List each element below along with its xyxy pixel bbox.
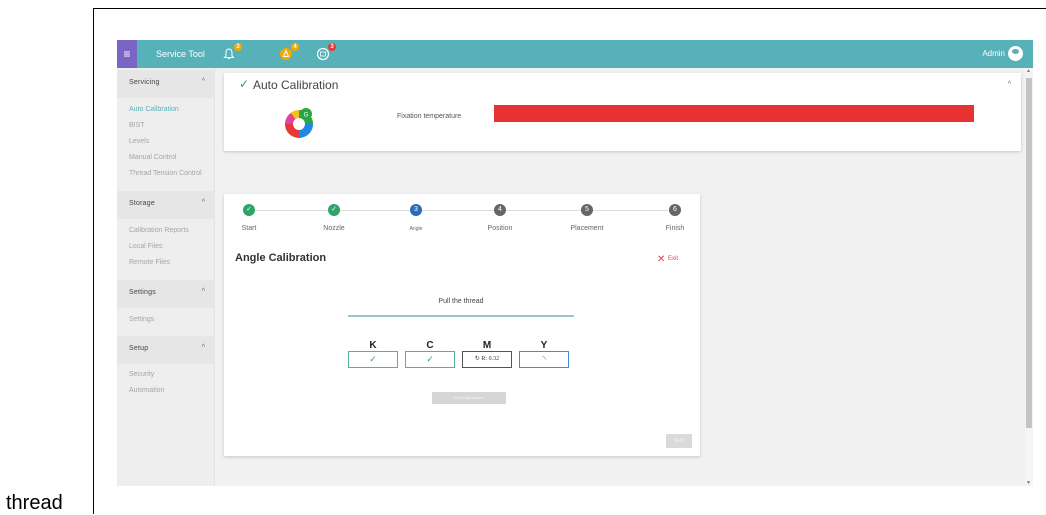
- sidebar-item-local-files[interactable]: Local Files: [129, 243, 162, 250]
- step-angle-number: 3: [410, 204, 422, 216]
- instruction-text: Pull the thread: [438, 298, 484, 305]
- step-title: Angle Calibration: [235, 252, 327, 264]
- scroll-down-icon[interactable]: ▼: [1026, 480, 1031, 486]
- channel-letter-k: K: [369, 340, 377, 351]
- admin-label[interactable]: Admin: [982, 40, 1005, 68]
- brand-logo-icon: G: [282, 104, 316, 140]
- step-position-number: 4: [494, 204, 506, 216]
- notification-badge: 3: [234, 43, 242, 51]
- chevron-up-icon[interactable]: ^: [1008, 81, 1011, 88]
- channel-y-spinner-icon: ◝: [519, 351, 569, 368]
- sidebar-item-levels[interactable]: Levels: [129, 138, 149, 145]
- sidebar-item-calibration-reports[interactable]: Calibration Reports: [129, 227, 189, 234]
- menu-icon[interactable]: ≡: [117, 40, 137, 68]
- bell-icon[interactable]: 3: [222, 43, 242, 61]
- sidebar-item-remote-files[interactable]: Remote Files: [129, 259, 170, 266]
- frame-border-top: [93, 8, 1046, 9]
- angle-calibration-card: ✓ ✓ 3 4 5 6 Start Nozzle Angle Position …: [224, 194, 700, 456]
- instruction-underline: [348, 315, 574, 317]
- step-label: Position: [487, 225, 513, 232]
- sidebar-item-security[interactable]: Security: [129, 371, 154, 378]
- sidebar-item-auto-calibration[interactable]: Auto Calibration: [129, 106, 179, 113]
- channel-letter-y: Y: [540, 340, 548, 351]
- warning-badge: 4: [291, 43, 299, 51]
- warning-drop-icon[interactable]: 4: [279, 43, 299, 61]
- sidebar-section-servicing[interactable]: Servicing ^: [117, 70, 215, 98]
- scroll-up-icon[interactable]: ▲: [1026, 68, 1031, 74]
- scrollbar[interactable]: ▲ ▼: [1025, 68, 1033, 486]
- app-window: ≡ Service Tool 3 4 3 Admin Servicing ^ A…: [117, 40, 1033, 486]
- chevron-up-icon: ^: [201, 199, 205, 206]
- avatar[interactable]: [1008, 46, 1023, 61]
- frame-border-left: [93, 8, 94, 514]
- channel-letter-m: M: [482, 340, 492, 351]
- svg-text:G: G: [304, 113, 309, 119]
- channel-k-status: ✓: [348, 351, 398, 368]
- step-nozzle-check-icon: ✓: [328, 204, 340, 216]
- auto-calibration-card: ✓ Auto Calibration ^ G Fixation temperat…: [224, 73, 1021, 151]
- chevron-up-icon: ^: [201, 78, 205, 85]
- chevron-up-icon: ^: [201, 288, 205, 295]
- step-finish-number: 6: [669, 204, 681, 216]
- step-label: Finish: [665, 225, 685, 232]
- top-bar: ≡ Service Tool 3 4 3 Admin: [117, 40, 1033, 68]
- sidebar-item-automation[interactable]: Automation: [129, 387, 164, 394]
- sidebar-item-settings[interactable]: Settings: [129, 316, 154, 323]
- sidebar-item-thread-tension-control[interactable]: Thread Tension Control: [129, 170, 202, 177]
- step-label: Placement: [570, 225, 604, 232]
- sidebar-item-bist[interactable]: BIST: [129, 122, 145, 129]
- channel-letter-c: C: [426, 340, 434, 351]
- step-label: Angle: [409, 226, 423, 232]
- exit-button[interactable]: Exit: [668, 256, 678, 262]
- sidebar-section-setup[interactable]: Setup ^: [117, 336, 215, 364]
- chevron-up-icon: ^: [201, 344, 205, 351]
- fixation-temperature-label: Fixation temperature: [397, 113, 462, 120]
- close-icon[interactable]: ✕: [657, 254, 665, 265]
- step-start-check-icon: ✓: [243, 204, 255, 216]
- channel-c-status: ✓: [405, 351, 455, 368]
- printer-head-icon[interactable]: 3: [316, 43, 336, 61]
- fixation-temperature-bar: [494, 105, 974, 122]
- next-button[interactable]: Next: [666, 434, 692, 448]
- sidebar-item-manual-control[interactable]: Manual Control: [129, 154, 176, 161]
- sidebar-section-title: Storage: [129, 200, 155, 207]
- verify-adjustment-button[interactable]: Verify Adjustment: [432, 392, 506, 404]
- sidebar-section-title: Settings: [129, 289, 156, 296]
- channel-m-status: ↻ R: 0.32: [462, 351, 512, 368]
- sidebar-section-title: Setup: [129, 345, 149, 352]
- error-badge: 3: [328, 43, 336, 51]
- sidebar-section-storage[interactable]: Storage ^: [117, 191, 215, 219]
- check-icon: ✓: [239, 77, 250, 91]
- figure-caption: thread: [6, 492, 63, 514]
- sidebar-section-settings[interactable]: Settings ^: [117, 280, 215, 308]
- scroll-thumb[interactable]: [1026, 78, 1032, 428]
- step-label: Nozzle: [323, 225, 345, 232]
- app-title: Service Tool: [156, 49, 205, 59]
- sidebar-section-title: Servicing: [129, 79, 160, 86]
- page-title: Auto Calibration: [253, 78, 339, 92]
- sidebar: Servicing ^ Auto Calibration BIST Levels…: [117, 68, 215, 486]
- step-placement-number: 5: [581, 204, 593, 216]
- stepper-track: [254, 210, 668, 211]
- step-label: Start: [241, 225, 257, 232]
